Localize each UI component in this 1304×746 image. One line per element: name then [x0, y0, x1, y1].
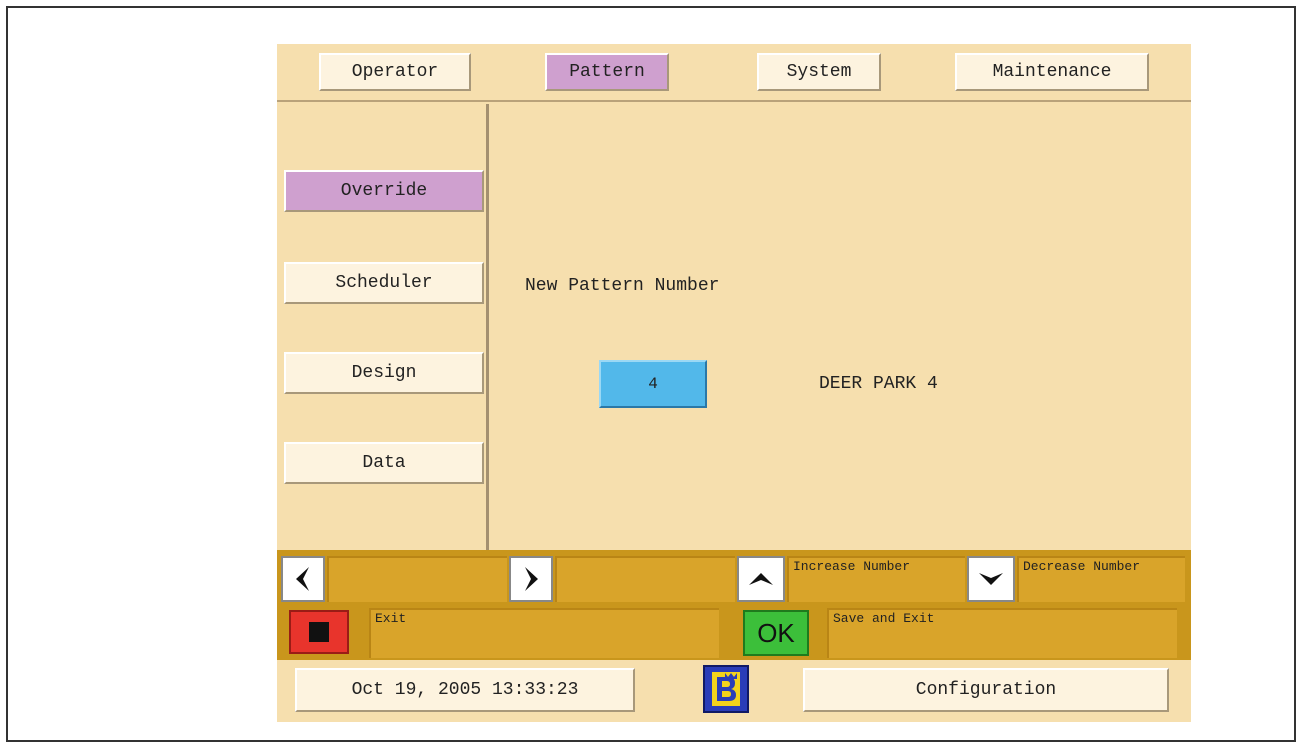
crown-b-logo-icon[interactable]: [703, 665, 749, 713]
increase-number-label: Increase Number: [787, 556, 965, 602]
right-softkey-label: [555, 556, 735, 602]
stop-icon: [309, 622, 329, 642]
sidebar-item-data[interactable]: Data: [284, 442, 484, 484]
ok-button[interactable]: OK: [743, 610, 809, 656]
arrow-right-icon: [525, 567, 538, 591]
right-arrow-button[interactable]: [509, 556, 553, 602]
sidebar-item-scheduler[interactable]: Scheduler: [284, 262, 484, 304]
pattern-number-field[interactable]: 4: [599, 360, 707, 408]
sidebar: Override Scheduler Design Data: [277, 104, 489, 550]
logo-glyph: [712, 672, 740, 706]
exit-label: Exit: [369, 608, 719, 658]
tab-system[interactable]: System: [757, 53, 881, 91]
pattern-name-label: DEER PARK 4: [819, 374, 938, 394]
sidebar-item-design[interactable]: Design: [284, 352, 484, 394]
softkey-row-arrows: Increase Number Decrease Number: [277, 550, 1191, 604]
arrow-down-icon: [979, 573, 1003, 585]
left-arrow-button[interactable]: [281, 556, 325, 602]
decrease-number-label: Decrease Number: [1017, 556, 1185, 602]
status-bar: Oct 19, 2005 13:33:23 Configuration: [277, 660, 1191, 722]
arrow-left-icon: [296, 567, 309, 591]
tab-pattern[interactable]: Pattern: [545, 53, 669, 91]
top-tab-bar: Operator Pattern System Maintenance: [277, 44, 1191, 102]
decrease-number-button[interactable]: [967, 556, 1015, 602]
tab-maintenance[interactable]: Maintenance: [955, 53, 1149, 91]
exit-button[interactable]: [289, 610, 349, 654]
datetime-display: Oct 19, 2005 13:33:23: [295, 668, 635, 712]
arrow-up-icon: [749, 573, 773, 585]
left-softkey-label: [327, 556, 507, 602]
softkey-row-actions: Exit OK Save and Exit: [277, 604, 1191, 660]
new-pattern-number-label: New Pattern Number: [525, 276, 720, 296]
save-and-exit-label: Save and Exit: [827, 608, 1177, 658]
hmi-screen: Operator Pattern System Maintenance Over…: [277, 44, 1191, 722]
configuration-button[interactable]: Configuration: [803, 668, 1169, 712]
sidebar-item-override[interactable]: Override: [284, 170, 484, 212]
increase-number-button[interactable]: [737, 556, 785, 602]
tab-operator[interactable]: Operator: [319, 53, 471, 91]
